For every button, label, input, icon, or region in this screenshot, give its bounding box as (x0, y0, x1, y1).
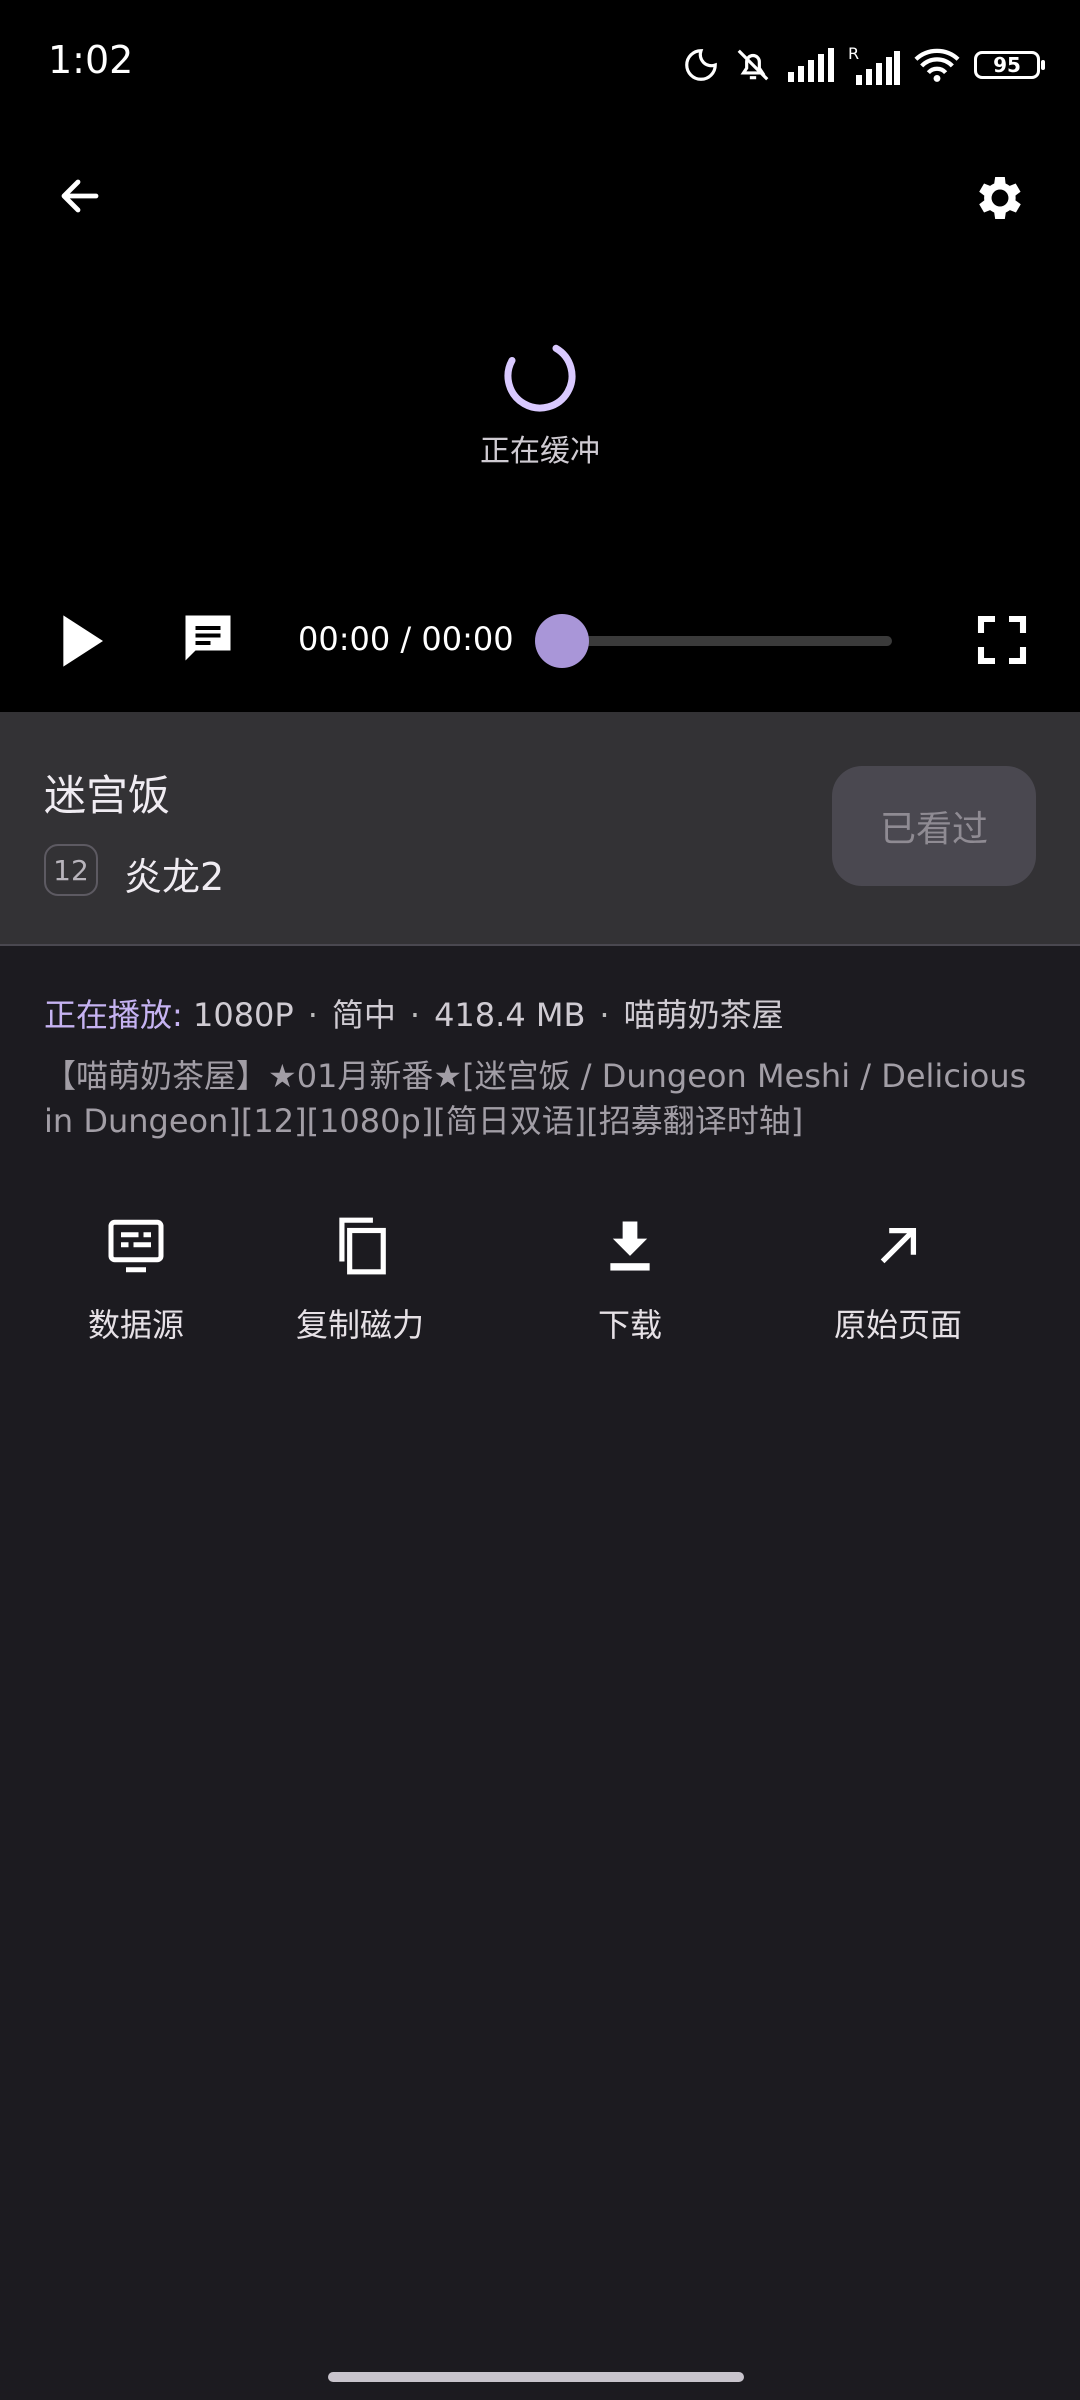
original-page-button[interactable]: 原始页面 (808, 1210, 988, 1346)
data-source-icon (108, 1219, 164, 1273)
play-icon (63, 615, 103, 667)
play-button[interactable] (46, 596, 118, 686)
danmaku-toggle-button[interactable] (172, 602, 244, 674)
svg-text:R: R (848, 45, 859, 63)
bell-off-icon (737, 49, 769, 81)
data-source-label: 数据源 (87, 1306, 184, 1344)
copy-magnet-button[interactable]: 复制磁力 (270, 1210, 450, 1346)
subtitle-language: 简中 (331, 996, 396, 1034)
video-player[interactable]: 1:02 R 95 正在缓冲 00:00 / 00:00 (0, 0, 1080, 712)
moon-icon (685, 49, 717, 81)
seek-thumb[interactable] (535, 614, 589, 668)
gear-icon (979, 176, 1021, 220)
copy-icon (339, 1217, 386, 1275)
signal-roaming-icon: R (848, 45, 900, 85)
fullscreen-button[interactable] (964, 602, 1040, 678)
fullscreen-icon (977, 615, 1027, 665)
settings-button[interactable] (960, 158, 1040, 238)
battery-icon: 95 (974, 51, 1045, 79)
download-icon (610, 1221, 650, 1271)
status-time: 1:02 (48, 38, 134, 82)
loading-spinner-icon (504, 340, 576, 412)
wifi-icon (914, 48, 960, 82)
status-bar: 1:02 R 95 (0, 0, 1080, 120)
download-button[interactable]: 下载 (540, 1210, 720, 1346)
episode-title: 炎龙2 (124, 855, 225, 899)
action-row: 数据源 复制磁力 下载 原始页面 (0, 1210, 1080, 1344)
watched-button[interactable]: 已看过 (832, 766, 1036, 886)
player-controls: 00:00 / 00:00 (0, 596, 1080, 686)
open-external-arrow-icon (880, 1227, 917, 1264)
chat-bubble-icon (185, 615, 231, 661)
now-playing-label: 正在播放: (44, 996, 183, 1034)
signal-icon (788, 48, 834, 82)
download-label: 下载 (597, 1306, 662, 1344)
home-indicator[interactable] (328, 2372, 744, 2382)
copy-magnet-label: 复制磁力 (295, 1306, 424, 1344)
anime-title: 迷宫饭 (44, 771, 171, 820)
file-name: 【喵萌奶茶屋】★01月新番★[迷宫饭 / Dungeon Meshi / Del… (44, 1057, 1027, 1140)
original-page-label: 原始页面 (833, 1306, 962, 1344)
arrow-left-icon (61, 179, 99, 213)
resolution: 1080P (192, 996, 294, 1034)
now-playing-info: 正在播放: 1080P · 简中 · 418.4 MB · 喵萌奶茶屋 (44, 996, 784, 1034)
file-size: 418.4 MB (434, 996, 586, 1034)
seek-bar[interactable] (535, 614, 892, 668)
buffering-text: 正在缓冲 (480, 434, 600, 469)
time-display: 00:00 / 00:00 (298, 620, 514, 658)
buffering-indicator: 正在缓冲 (0, 336, 1080, 470)
status-icons: R 95 (682, 40, 1045, 90)
battery-level: 95 (993, 53, 1021, 77)
data-source-button[interactable]: 数据源 (46, 1210, 226, 1346)
episode-number-badge: 12 (44, 844, 98, 896)
back-button[interactable] (44, 160, 116, 232)
release-group: 喵萌奶茶屋 (623, 996, 784, 1034)
episode-header: 迷宫饭 12 炎龙2 已看过 (0, 712, 1080, 946)
